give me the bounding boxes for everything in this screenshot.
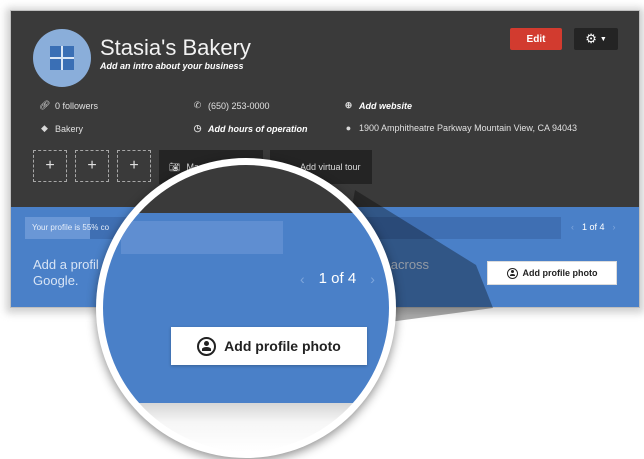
chevron-left-icon[interactable]: ‹ [300, 271, 305, 287]
account-icon [197, 336, 217, 356]
magnifier-circle: ‹ 1 of 4 › Add profile photo [96, 158, 396, 458]
magnified-pager-count: 1 of 4 [318, 270, 357, 287]
magnified-progress-bar [121, 221, 283, 254]
magnified-dark-header [103, 165, 389, 213]
chevron-right-icon[interactable]: › [370, 271, 375, 287]
magnifier-view: ‹ 1 of 4 › Add profile photo [103, 165, 389, 451]
magnified-add-profile-photo-button[interactable]: Add profile photo [171, 327, 367, 365]
magnified-page-bottom [103, 403, 389, 451]
magnified-pager: ‹ 1 of 4 › [300, 270, 375, 287]
magnified-add-profile-photo-label: Add profile photo [224, 338, 341, 354]
